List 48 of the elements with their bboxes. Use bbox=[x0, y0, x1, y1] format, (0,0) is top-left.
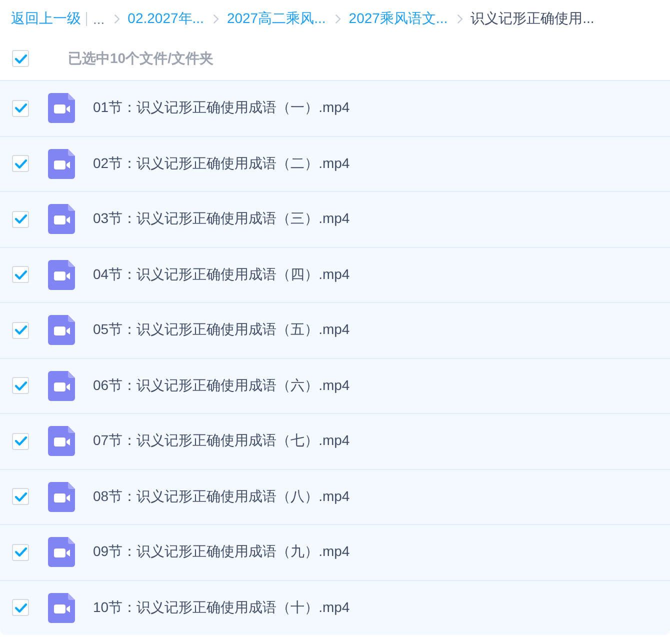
checkbox[interactable] bbox=[12, 432, 29, 450]
video-file-icon bbox=[48, 148, 75, 179]
checkbox[interactable] bbox=[12, 322, 29, 339]
file-row[interactable]: 07节：识义记形正确使用成语（七）.mp4 bbox=[0, 413, 670, 468]
file-name[interactable]: 08节：识义记形正确使用成语（八）.mp4 bbox=[93, 488, 350, 506]
video-file-icon bbox=[48, 315, 75, 346]
selection-count-text: 已选中10个文件/文件夹 bbox=[68, 50, 214, 68]
checkbox[interactable] bbox=[12, 377, 29, 394]
file-row[interactable]: 06节：识义记形正确使用成语（六）.mp4 bbox=[0, 358, 670, 413]
checkbox[interactable] bbox=[12, 100, 29, 117]
video-file-icon bbox=[48, 537, 75, 568]
file-name[interactable]: 06节：识义记形正确使用成语（六）.mp4 bbox=[93, 376, 350, 395]
file-row[interactable]: 04节：识义记形正确使用成语（四）.mp4 bbox=[0, 246, 670, 302]
file-row[interactable]: 01节：识义记形正确使用成语（一）.mp4 bbox=[0, 80, 670, 136]
chevron-icon bbox=[212, 14, 219, 24]
checkbox[interactable] bbox=[12, 155, 29, 172]
file-row[interactable]: 02节：识义记形正确使用成语（二）.mp4 bbox=[0, 136, 670, 191]
file-name[interactable]: 07节：识义记形正确使用成语（七）.mp4 bbox=[93, 432, 350, 450]
file-name[interactable]: 05节：识义记形正确使用成语（五）.mp4 bbox=[93, 321, 350, 340]
chevron-icon bbox=[456, 14, 463, 24]
file-name[interactable]: 10节：识义记形正确使用成语（十）.mp4 bbox=[93, 598, 350, 617]
select-all-checkbox[interactable] bbox=[12, 50, 29, 67]
collapsed-path-link[interactable]: ... bbox=[93, 10, 105, 26]
current-folder-text: 识义记形正确使用... bbox=[470, 10, 594, 28]
checkbox[interactable] bbox=[12, 488, 29, 506]
video-file-icon bbox=[48, 204, 75, 234]
video-file-icon bbox=[48, 592, 75, 623]
checkbox[interactable] bbox=[12, 266, 29, 284]
file-name[interactable]: 09节：识义记形正确使用成语（九）.mp4 bbox=[93, 543, 350, 562]
checkbox[interactable] bbox=[12, 210, 29, 228]
video-file-icon bbox=[48, 370, 75, 401]
video-file-icon bbox=[48, 426, 75, 456]
file-name[interactable]: 01节：识义记形正确使用成语（一）.mp4 bbox=[93, 99, 350, 118]
file-row[interactable]: 10节：识义记形正确使用成语（十）.mp4 bbox=[0, 580, 670, 635]
file-name[interactable]: 04节：识义记形正确使用成语（四）.mp4 bbox=[93, 266, 350, 284]
file-name[interactable]: 03节：识义记形正确使用成语（三）.mp4 bbox=[93, 210, 350, 228]
file-row[interactable]: 09节：识义记形正确使用成语（九）.mp4 bbox=[0, 524, 670, 580]
video-file-icon bbox=[48, 93, 75, 124]
file-row[interactable]: 03节：识义记形正确使用成语（三）.mp4 bbox=[0, 191, 670, 246]
file-name[interactable]: 02节：识义记形正确使用成语（二）.mp4 bbox=[93, 154, 350, 173]
checkbox[interactable] bbox=[12, 599, 29, 616]
chevron-icon bbox=[114, 14, 120, 24]
file-row[interactable]: 05节：识义记形正确使用成语（五）.mp4 bbox=[0, 302, 670, 358]
chevron-icon bbox=[334, 14, 341, 24]
video-file-icon bbox=[48, 260, 75, 290]
file-row[interactable]: 08节：识义记形正确使用成语（八）.mp4 bbox=[0, 468, 670, 524]
video-file-icon bbox=[48, 482, 75, 512]
checkbox[interactable] bbox=[12, 544, 29, 561]
